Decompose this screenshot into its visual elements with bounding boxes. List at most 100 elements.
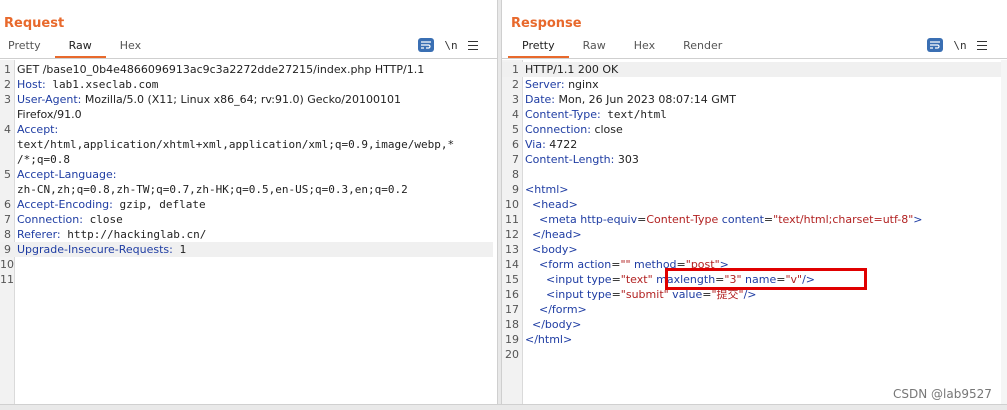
request-tab-raw[interactable]: Raw xyxy=(54,36,106,58)
response-code-line: 4 Content-Type: text/html xyxy=(502,107,1003,122)
request-code-line: 3 User-Agent: Mozilla/5.0 (X11; Linux x86… xyxy=(0,92,493,107)
response-newline-toggle[interactable]: \n xyxy=(953,39,967,52)
line-content: Server: nginx xyxy=(525,77,599,92)
code-token: type xyxy=(587,288,612,301)
line-content: HTTP/1.1 200 OK xyxy=(525,62,618,77)
request-tab-divider xyxy=(0,58,497,59)
request-tab-hex[interactable]: Hex xyxy=(106,36,155,58)
response-tab-pretty[interactable]: Pretty xyxy=(508,36,569,58)
line-content: /*;q=0.8 xyxy=(17,152,70,167)
code-token: Date: xyxy=(525,93,555,106)
request-menu-icon[interactable] xyxy=(468,40,478,50)
request-code-line: /*;q=0.8 xyxy=(0,152,493,167)
line-content: <body> xyxy=(525,242,578,257)
code-token: Referer: xyxy=(17,228,61,241)
line-content: <html> xyxy=(525,182,569,197)
response-code-line: 7 Content-Length: 303 xyxy=(502,152,1003,167)
request-code-line: 1 GET /base10_0b4e4866096913ac9c3a2272dde… xyxy=(0,62,493,77)
line-content: <meta http-equiv=Content-Type content="t… xyxy=(525,212,923,227)
line-content: </html> xyxy=(525,332,572,347)
code-token: <input xyxy=(525,273,587,286)
code-token: 303 xyxy=(614,153,639,166)
line-number: 11 xyxy=(505,213,519,226)
code-token: Via: xyxy=(525,138,546,151)
line-number: 9 xyxy=(4,243,11,256)
code-token: = xyxy=(637,213,647,226)
request-code-line: 9 Upgrade-Insecure-Requests: 1 xyxy=(0,242,493,257)
code-token: = xyxy=(611,273,621,286)
request-tab-pretty[interactable]: Pretty xyxy=(0,36,55,58)
line-number: 4 xyxy=(4,123,11,136)
line-content: zh-CN,zh;q=0.8,zh-TW;q=0.7,zh-HK;q=0.5,e… xyxy=(17,182,408,197)
response-code-line: 17 </form> xyxy=(502,302,1003,317)
code-token: "text/html;charset=utf-8" xyxy=(773,213,914,226)
line-number: 2 xyxy=(512,78,519,91)
code-token: </html> xyxy=(525,333,573,346)
response-editor[interactable]: 1 HTTP/1.1 200 OK 2 Server: nginx 3 Date: Mon… xyxy=(502,60,1007,409)
code-token: zh-CN,zh;q=0.8,zh-TW;q=0.7,zh-HK;q=0.5,e… xyxy=(17,183,408,196)
line-number: 5 xyxy=(512,123,519,136)
code-token: Content-Type: xyxy=(525,108,601,121)
code-token: text/html,application/xhtml+xml,applicat… xyxy=(17,138,455,151)
line-content: </body> xyxy=(525,317,581,332)
line-number: 1 xyxy=(512,63,519,76)
code-token: <input xyxy=(525,288,587,301)
watermark: CSDN @lab9527 xyxy=(893,387,992,401)
response-code-line: 11 <meta http-equiv=Content-Type content… xyxy=(502,212,1003,227)
code-token: <head> xyxy=(525,198,578,211)
code-token: close xyxy=(82,213,123,226)
line-content: Connection: close xyxy=(525,122,623,137)
code-token: http://hackinglab.cn/ xyxy=(60,228,207,241)
bottom-scrollbar[interactable] xyxy=(0,404,1007,410)
response-code-line: 18 </body> xyxy=(502,317,1003,332)
code-token: <meta xyxy=(525,213,581,226)
response-tab-divider xyxy=(502,58,1007,59)
response-tab-render[interactable]: Render xyxy=(669,36,736,58)
highlight-annotation-box xyxy=(665,268,867,290)
request-editor[interactable]: 1 GET /base10_0b4e4866096913ac9c3a2272dde… xyxy=(0,60,497,409)
response-code-line: 3 Date: Mon, 26 Jun 2023 08:07:14 GMT xyxy=(502,92,1003,107)
request-newline-toggle[interactable]: \n xyxy=(444,39,458,52)
code-token: <body> xyxy=(525,243,578,256)
line-number: 4 xyxy=(512,108,519,121)
line-content: Connection: close xyxy=(17,212,123,227)
response-code-line: 6 Via: 4722 xyxy=(502,137,1003,152)
line-content: Content-Type: text/html xyxy=(525,107,667,122)
line-content: Referer: http://hackinglab.cn/ xyxy=(17,227,206,242)
response-code-line: 9 <html> xyxy=(502,182,1003,197)
response-wrap-toggle[interactable] xyxy=(927,38,943,52)
response-toolbar: \n xyxy=(927,38,987,52)
code-token: Content-Type xyxy=(646,213,719,226)
response-menu-icon[interactable] xyxy=(977,40,987,50)
code-token: type xyxy=(587,273,612,286)
code-token: = xyxy=(611,288,621,301)
line-number: 15 xyxy=(505,273,519,286)
response-code-line: 5 Connection: close xyxy=(502,122,1003,137)
response-title: Response xyxy=(511,16,582,31)
line-content: User-Agent: Mozilla/5.0 (X11; Linux x86_… xyxy=(17,92,401,107)
code-token: Connection: xyxy=(525,123,591,136)
code-token: nginx xyxy=(564,78,599,91)
response-tab-hex[interactable]: Hex xyxy=(620,36,669,58)
code-token: Accept-Language: xyxy=(17,168,117,181)
request-code-line: 2 Host: lab1.xseclab.com xyxy=(0,77,493,92)
line-content: Content-Length: 303 xyxy=(525,152,639,167)
code-token: <form xyxy=(525,258,578,271)
code-token: 1 xyxy=(172,243,187,256)
response-code-line: 19 </html> xyxy=(502,332,1003,347)
response-scrollbar[interactable] xyxy=(1001,60,1007,409)
code-token: Mozilla/5.0 (X11; Linux x86_64; rv:91.0)… xyxy=(81,93,401,106)
code-token: Server: xyxy=(525,78,565,91)
code-token: Accept-Encoding: xyxy=(17,198,113,211)
line-number: 6 xyxy=(512,138,519,151)
response-code-line: 1 HTTP/1.1 200 OK xyxy=(502,62,1003,77)
line-content: Host: lab1.xseclab.com xyxy=(17,77,158,92)
line-content: </head> xyxy=(525,227,582,242)
line-number: 12 xyxy=(505,228,519,241)
code-token: content xyxy=(718,213,764,226)
request-code-line: 4 Accept: xyxy=(0,122,493,137)
response-tab-raw[interactable]: Raw xyxy=(569,36,620,58)
request-wrap-toggle[interactable] xyxy=(418,38,434,52)
line-number: 3 xyxy=(512,93,519,106)
code-token: Connection: xyxy=(17,213,83,226)
